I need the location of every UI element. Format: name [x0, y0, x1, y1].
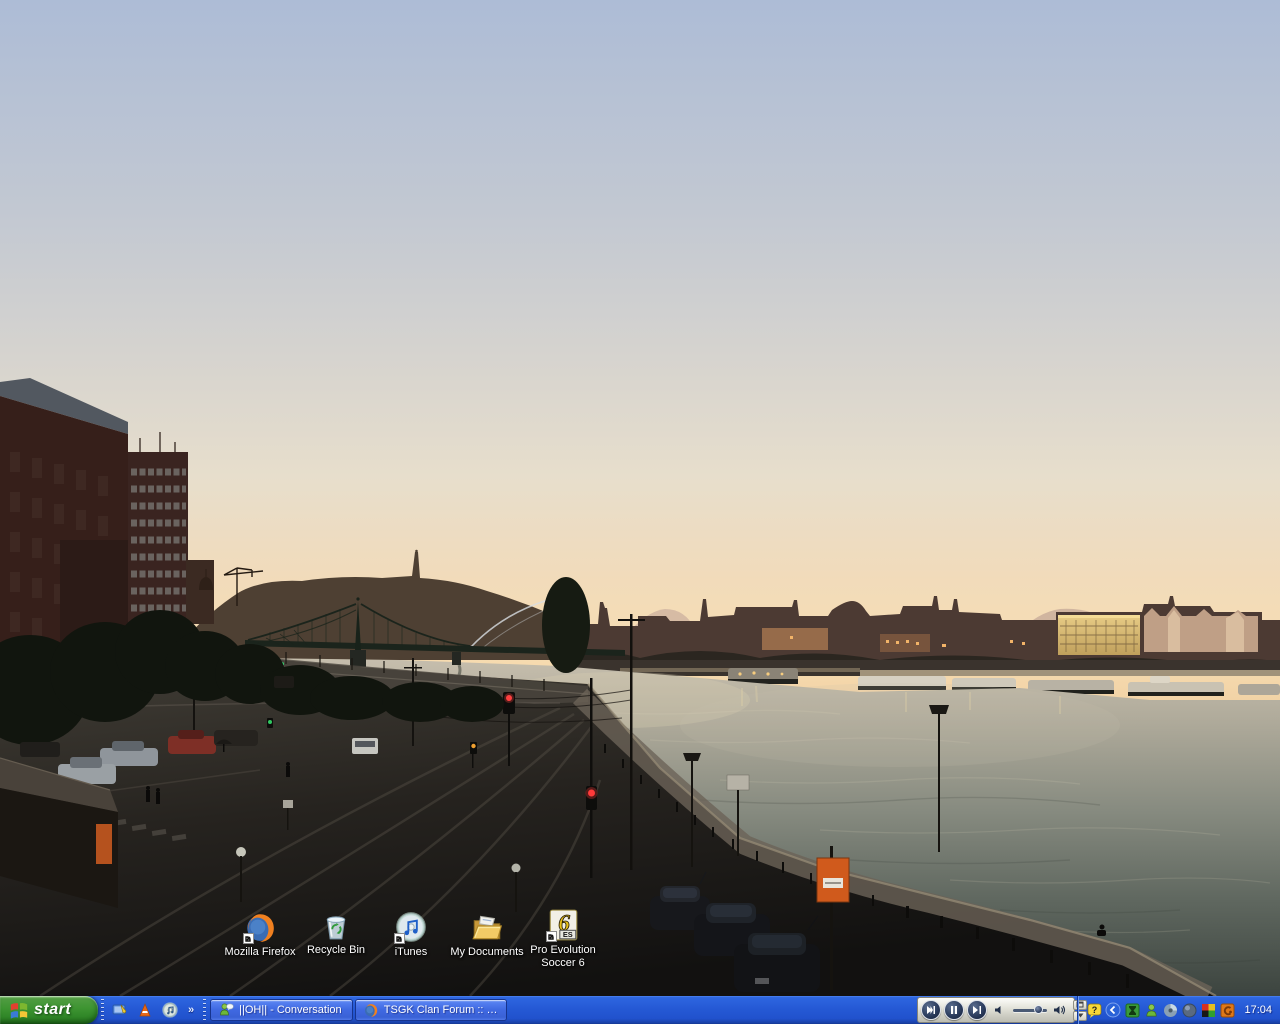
wallpaper-photo	[0, 0, 1280, 996]
start-button[interactable]: start	[0, 996, 98, 1024]
taskbar-window-firefox-forum[interactable]: TSGK Clan Forum :: P...	[355, 999, 507, 1021]
desktop-icon-label: Pro EvolutionSoccer 6	[521, 944, 605, 970]
volume-slider[interactable]	[1013, 1000, 1047, 1020]
shortcut-arrow-icon	[546, 931, 557, 942]
msn-status-icon[interactable]	[1143, 1002, 1159, 1018]
show-desktop-icon[interactable]	[111, 1002, 128, 1019]
media-player-disc-icon[interactable]	[161, 1002, 178, 1019]
green-downloader-icon[interactable]	[1124, 1002, 1140, 1018]
previous-track-button[interactable]	[921, 1000, 941, 1020]
toolbar-grip[interactable]	[101, 999, 104, 1021]
desktop-icon-label: iTunes	[369, 946, 453, 959]
toolbar-grip[interactable]	[203, 999, 206, 1021]
desktop[interactable]: Mozilla Firefox Recycle Bin	[0, 0, 1280, 996]
tray-clock[interactable]: 17:04	[1244, 1004, 1272, 1016]
shortcut-arrow-icon	[243, 933, 254, 944]
quick-launch-bar: »	[107, 1002, 200, 1019]
desktop-icon-my-documents[interactable]: My Documents	[445, 910, 529, 959]
desktop-icon-label: Recycle Bin	[294, 944, 378, 957]
vlc-media-player-icon[interactable]	[136, 1002, 153, 1019]
pause-button[interactable]	[944, 1000, 964, 1020]
volume-high-icon[interactable]	[1050, 1000, 1070, 1020]
messenger-alert-icon[interactable]: ?	[1086, 1002, 1102, 1018]
desktop-icon-recycle-bin[interactable]: Recycle Bin	[294, 908, 378, 957]
desktop-icon-mozilla-firefox[interactable]: Mozilla Firefox	[218, 910, 302, 959]
desktop-icon-pro-evolution-soccer-6[interactable]: 6 ES Pro EvolutionSoccer 6	[521, 908, 605, 970]
pes6-icon: 6 ES	[546, 908, 580, 942]
screen: Mozilla Firefox Recycle Bin	[0, 0, 1280, 1024]
window-title: ||OH|| - Conversation	[239, 1004, 342, 1016]
shortcut-arrow-icon	[394, 933, 405, 944]
recycle-bin-icon	[319, 908, 353, 942]
disc-emulator-icon[interactable]	[1162, 1002, 1178, 1018]
pes-sub: ES	[563, 930, 573, 939]
taskbar: start	[0, 996, 1280, 1024]
orange-app-icon[interactable]	[1219, 1002, 1235, 1018]
system-tray: ?	[1077, 996, 1280, 1024]
my-documents-icon	[470, 910, 504, 944]
firefox-icon	[243, 910, 277, 944]
volume-low-icon[interactable]	[990, 1000, 1010, 1020]
windows-flag-icon	[9, 1001, 29, 1020]
msn-messenger-icon	[218, 1002, 234, 1018]
volume-slider-thumb[interactable]	[1034, 1005, 1043, 1014]
desktop-icon-itunes[interactable]: iTunes	[369, 910, 453, 959]
desktop-icon-label: My Documents	[445, 946, 529, 959]
window-title: TSGK Clan Forum :: P...	[384, 1004, 499, 1016]
desktop-icon-label: Mozilla Firefox	[218, 946, 302, 959]
firefox-icon	[363, 1002, 379, 1018]
start-label: start	[34, 1001, 71, 1019]
hide-icons-chevron-icon[interactable]	[1105, 1002, 1121, 1018]
media-player-toolbar	[917, 997, 1075, 1023]
quick-launch-overflow-chevron[interactable]: »	[186, 1004, 196, 1016]
avg-antivirus-icon[interactable]	[1200, 1002, 1216, 1018]
app-sphere-icon[interactable]	[1181, 1002, 1197, 1018]
taskbar-window-msn-conversation[interactable]: ||OH|| - Conversation	[210, 999, 353, 1021]
next-track-button[interactable]	[967, 1000, 987, 1020]
itunes-icon	[394, 910, 428, 944]
svg-text:?: ?	[1092, 1005, 1098, 1015]
